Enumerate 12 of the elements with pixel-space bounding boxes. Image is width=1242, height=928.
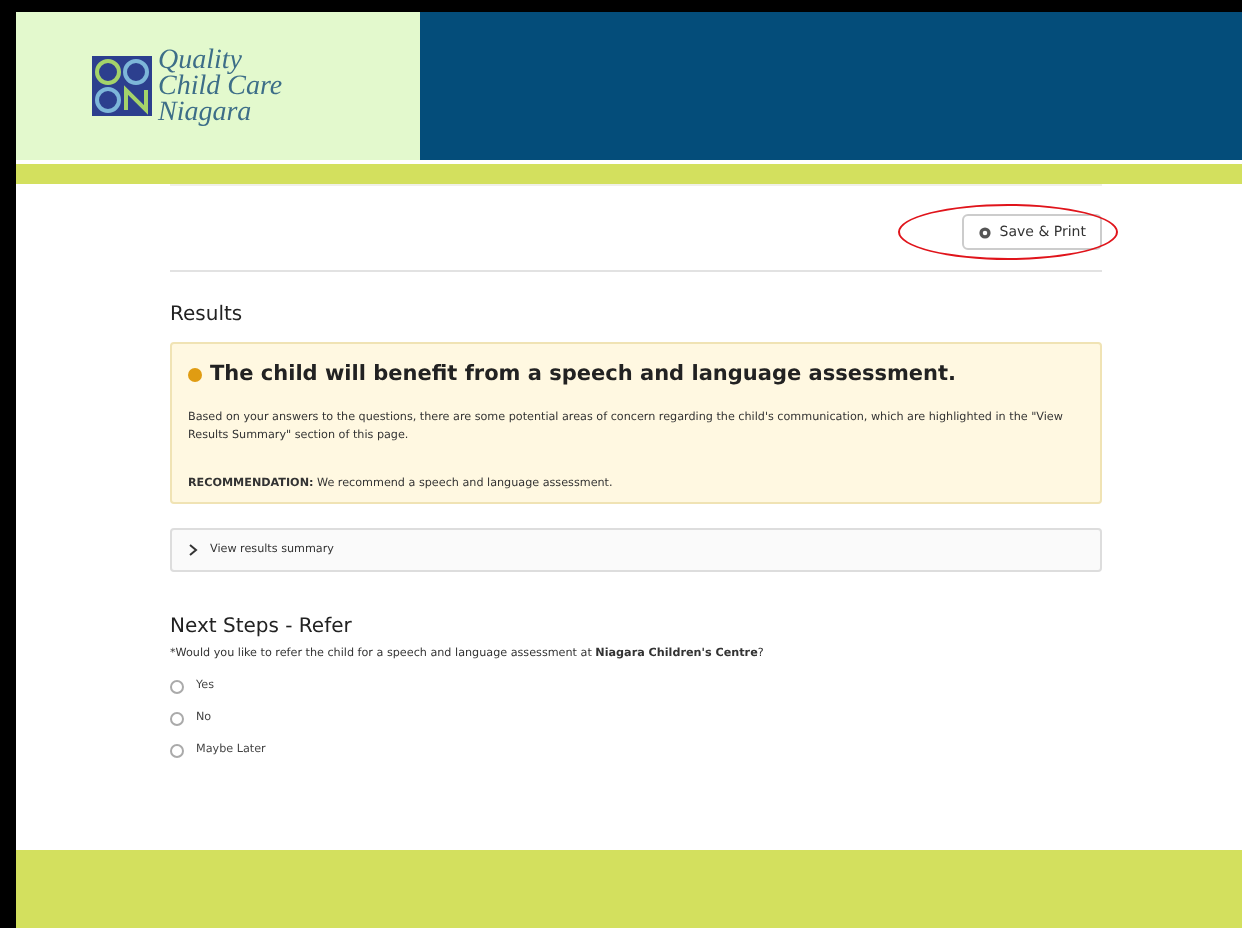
alert-title: The child will benefit from a speech and language assessment. xyxy=(210,362,957,386)
logo-mark-icon xyxy=(92,56,152,116)
logo-text: Quality xyxy=(158,47,244,73)
logo-text: Child Care xyxy=(158,73,283,99)
section-heading: Results xyxy=(170,304,245,326)
radio-button[interactable] xyxy=(170,743,184,757)
radio-button[interactable] xyxy=(170,679,184,693)
section-heading: Next Steps - Refer xyxy=(170,616,354,638)
warning-icon xyxy=(188,367,202,381)
chevron-icon xyxy=(188,544,198,556)
logo-text: Niagara xyxy=(158,99,254,125)
radio-button[interactable] xyxy=(170,711,184,725)
